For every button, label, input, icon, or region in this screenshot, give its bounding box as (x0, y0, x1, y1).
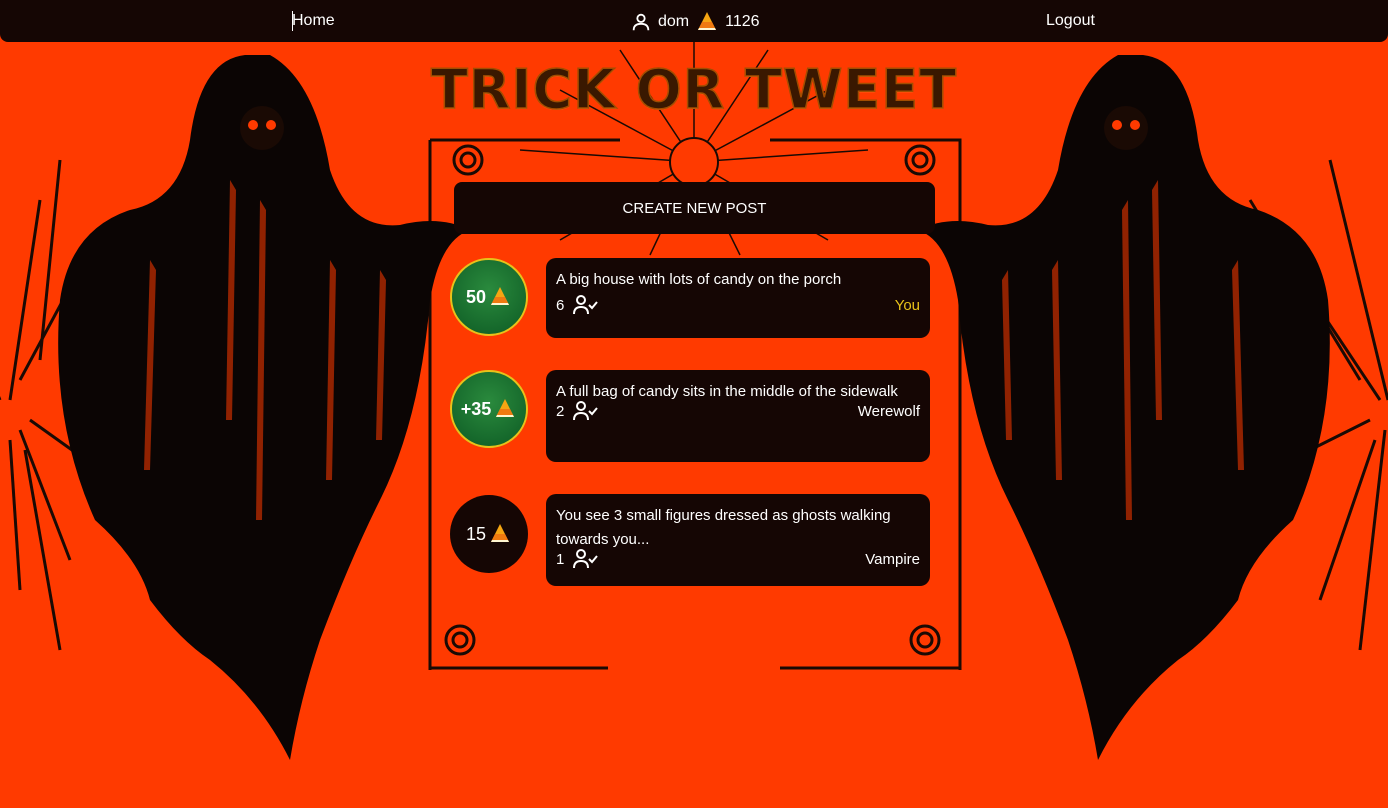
post-text: You see 3 small figures dressed as ghost… (556, 507, 891, 548)
candy-corn-icon (488, 522, 512, 546)
nav-home-link[interactable]: Home (292, 11, 335, 31)
reward-value: +35 (460, 398, 492, 419)
post-author: Werewolf (857, 402, 920, 420)
username: dom (658, 13, 690, 30)
candy-reward-badge[interactable]: 50 (450, 258, 528, 336)
post-author: You (894, 296, 920, 314)
reward-value: 50 (465, 286, 487, 307)
reward-value: 15 (465, 523, 487, 544)
candy-corn-icon (493, 397, 517, 421)
user-check-icon[interactable] (572, 400, 599, 422)
logout-link[interactable]: Logout (1046, 12, 1095, 30)
center-sun (669, 137, 719, 187)
post-card[interactable]: A big house with lots of candy on the po… (546, 258, 930, 338)
candy-corn-icon (695, 10, 719, 34)
user-status: dom 1126 (630, 10, 760, 34)
right-reaper-illustration (918, 55, 1330, 760)
create-post-button[interactable]: CREATE NEW POST (454, 182, 935, 234)
follower-count: 6 (556, 294, 599, 316)
post-text: A big house with lots of candy on the po… (556, 271, 842, 288)
user-check-icon[interactable] (572, 548, 599, 570)
follower-count: 2 (556, 400, 599, 422)
user-check-icon[interactable] (572, 294, 599, 316)
post-author: Vampire (865, 550, 920, 568)
user-icon (630, 11, 652, 33)
post-card[interactable]: You see 3 small figures dressed as ghost… (546, 494, 930, 586)
follower-count: 1 (556, 548, 599, 570)
candy-corn-icon (488, 285, 512, 309)
candy-reward-badge[interactable]: +35 (450, 370, 528, 448)
post-card[interactable]: A full bag of candy sits in the middle o… (546, 370, 930, 462)
page-title: TRICK OR TWEET (430, 57, 958, 122)
candy-reward-badge[interactable]: 15 (450, 495, 528, 573)
left-reaper-illustration (58, 55, 470, 760)
candy-count: 1126 (725, 13, 760, 30)
top-navbar: Home dom 1126 Logout (0, 0, 1388, 42)
post-text: A full bag of candy sits in the middle o… (556, 383, 898, 400)
